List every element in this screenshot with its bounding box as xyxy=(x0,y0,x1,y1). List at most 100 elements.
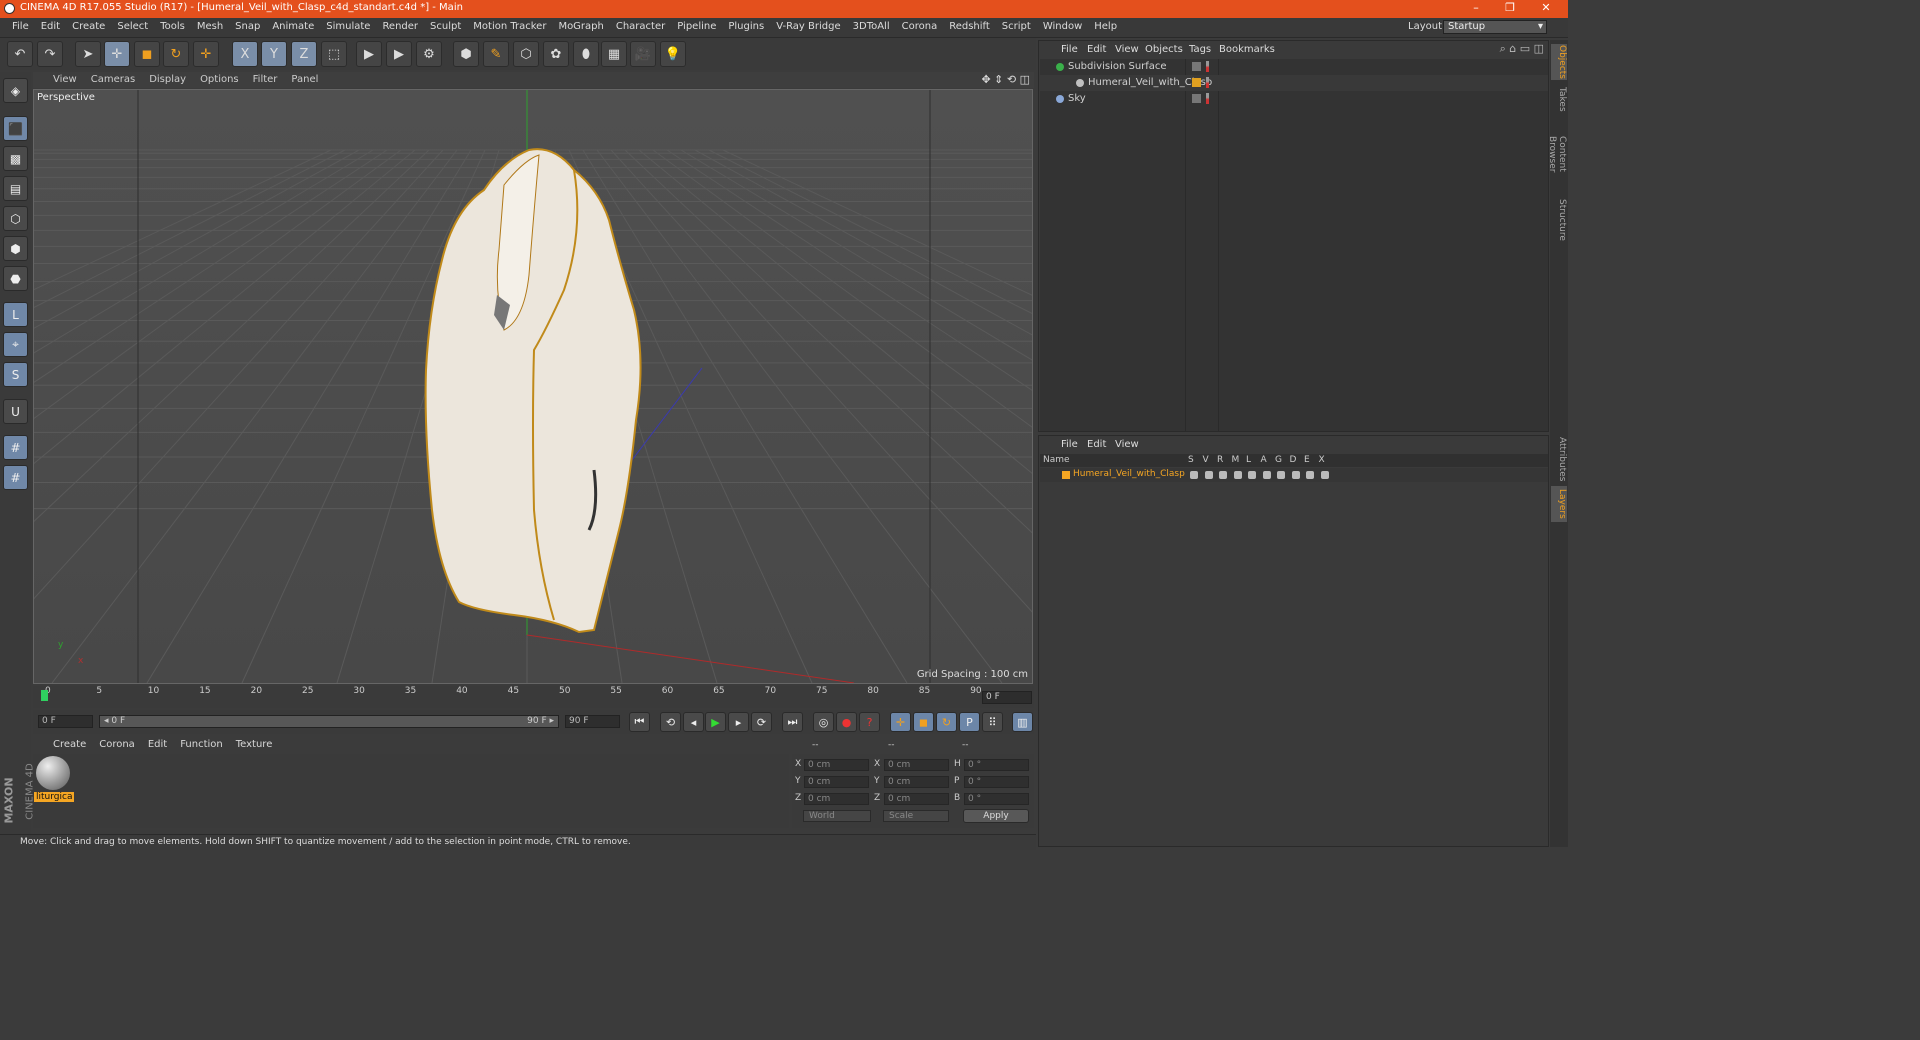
magnet-icon[interactable]: U xyxy=(3,399,28,424)
play-icon[interactable]: ▶ xyxy=(705,712,726,732)
cube-icon[interactable]: ⬢ xyxy=(453,41,479,67)
camera-icon[interactable]: 🎥 xyxy=(630,41,656,67)
menu-snap[interactable]: Snap xyxy=(229,21,266,32)
menu-pipeline[interactable]: Pipeline xyxy=(671,21,722,32)
rotation-field[interactable]: 0 ° xyxy=(964,759,1029,771)
layer-flag-icon[interactable] xyxy=(1233,471,1242,479)
grid-snap-icon[interactable]: # xyxy=(3,465,28,490)
key-parameter-icon[interactable]: P xyxy=(959,712,980,732)
visibility-dots-icon[interactable] xyxy=(1206,93,1209,104)
object-name[interactable]: Subdivision Surface xyxy=(1068,61,1167,72)
layer-flag-icon[interactable] xyxy=(1204,471,1213,479)
size-field[interactable]: 0 cm xyxy=(884,759,949,771)
menu-plugins[interactable]: Plugins xyxy=(722,21,770,32)
select-icon[interactable]: ➤ xyxy=(75,41,101,67)
playhead-marker[interactable] xyxy=(41,690,48,701)
snapping-icon[interactable]: S xyxy=(3,362,28,387)
layer-menu-view[interactable]: View xyxy=(1115,439,1139,450)
layer-name[interactable]: Humeral_Veil_with_Clasp xyxy=(1073,469,1185,479)
position-field[interactable]: 0 cm xyxy=(804,759,869,771)
object-row[interactable]: Humeral_Veil_with_Clasp xyxy=(1040,75,1548,91)
object-menu-view[interactable]: View xyxy=(1115,44,1139,55)
cloner-icon[interactable]: ✿ xyxy=(543,41,569,67)
object-row[interactable]: Sky xyxy=(1040,91,1548,107)
material-menu-corona[interactable]: Corona xyxy=(99,739,135,750)
model-mode-icon[interactable]: ⬛ xyxy=(3,116,28,141)
render-picture-icon[interactable]: ▶ xyxy=(386,41,412,67)
edges-mode-icon[interactable]: ⬢ xyxy=(3,236,28,261)
coord-size-dropdown[interactable]: Scale xyxy=(883,810,949,822)
next-key-icon[interactable]: ⟳ xyxy=(751,712,772,732)
maximize-button[interactable]: ❐ xyxy=(1492,0,1528,18)
move-plus-icon[interactable]: ✛ xyxy=(193,41,219,67)
side-tab-objects[interactable]: Objects xyxy=(1551,44,1567,80)
visibility-dots-icon[interactable] xyxy=(1206,61,1209,72)
frame-range-slider[interactable]: ◂ 0 F 90 F ▸ xyxy=(99,715,559,728)
side-tab-takes[interactable]: Takes xyxy=(1551,84,1567,114)
viewport-menu-panel[interactable]: Panel xyxy=(291,74,318,85)
menu-tools[interactable]: Tools xyxy=(154,21,191,32)
menu-file[interactable]: File xyxy=(6,21,35,32)
axis-icon[interactable]: L xyxy=(3,302,28,327)
pen-icon[interactable]: ✎ xyxy=(483,41,509,67)
scale-icon[interactable]: ◼ xyxy=(134,41,160,67)
layer-flag-icon[interactable] xyxy=(1219,471,1227,479)
end-frame-field[interactable]: 90 F xyxy=(565,715,620,728)
viewport-nav-icons[interactable]: ✥ ⇕ ⟲ ◫ xyxy=(981,73,1030,86)
material-preview-ball[interactable] xyxy=(36,756,70,790)
menu-animate[interactable]: Animate xyxy=(266,21,320,32)
viewport-menu-options[interactable]: Options xyxy=(200,74,239,85)
layer-row[interactable]: Humeral_Veil_with_Clasp xyxy=(1040,468,1548,482)
current-frame-field[interactable]: 0 F xyxy=(982,691,1032,704)
menu-v-ray-bridge[interactable]: V-Ray Bridge xyxy=(770,21,846,32)
menu-create[interactable]: Create xyxy=(66,21,111,32)
key-rotation-icon[interactable]: ↻ xyxy=(936,712,957,732)
side-tab-structure[interactable]: Structure xyxy=(1551,195,1567,245)
apply-button[interactable]: Apply xyxy=(963,809,1029,823)
object-menu-bookmarks[interactable]: Bookmarks xyxy=(1219,44,1275,55)
object-manager-tools-icons[interactable]: ⌕ ⌂ ▭ ◫ xyxy=(1500,42,1544,56)
menu-mograph[interactable]: MoGraph xyxy=(552,21,609,32)
layout-dropdown[interactable]: Startup ▾ xyxy=(1443,20,1547,34)
minimize-button[interactable]: – xyxy=(1458,0,1494,18)
previous-key-icon[interactable]: ⟲ xyxy=(660,712,681,732)
key-position-icon[interactable]: ✛ xyxy=(890,712,911,732)
previous-frame-icon[interactable]: ◂ xyxy=(683,712,704,732)
viewport-menu-filter[interactable]: Filter xyxy=(253,74,278,85)
next-frame-icon[interactable]: ▸ xyxy=(728,712,749,732)
side-tab-content-browser[interactable]: Content Browser xyxy=(1547,118,1567,190)
perspective-viewport[interactable]: Perspective Grid Spacing : 100 cm y x xyxy=(33,89,1033,684)
position-field[interactable]: 0 cm xyxy=(804,776,869,788)
rotation-field[interactable]: 0 ° xyxy=(964,776,1029,788)
move-icon[interactable]: ✛ xyxy=(104,41,130,67)
keyframe-selection-icon[interactable]: ? xyxy=(859,712,880,732)
material-name[interactable]: liturgica xyxy=(34,792,75,802)
layer-flag-icon[interactable] xyxy=(1262,471,1271,479)
y-axis-icon[interactable]: Y xyxy=(261,41,287,67)
menu-select[interactable]: Select xyxy=(111,21,154,32)
menu-character[interactable]: Character xyxy=(610,21,671,32)
rotation-field[interactable]: 0 ° xyxy=(964,793,1029,805)
x-axis-icon[interactable]: X xyxy=(232,41,258,67)
layer-flag-icon[interactable] xyxy=(1291,471,1300,479)
layer-flag-icon[interactable] xyxy=(1306,471,1314,479)
menu-script[interactable]: Script xyxy=(996,21,1037,32)
workplane-icon[interactable]: ▤ xyxy=(3,176,28,201)
layer-color-swatch[interactable] xyxy=(1062,471,1070,479)
subdivision-icon[interactable]: ⬡ xyxy=(513,41,539,67)
material-menu-texture[interactable]: Texture xyxy=(236,739,273,750)
viewport-menu-display[interactable]: Display xyxy=(149,74,186,85)
make-editable-icon[interactable]: ◈ xyxy=(3,78,28,103)
z-axis-icon[interactable]: Z xyxy=(291,41,317,67)
timeline-ruler[interactable]: 051015202530354045505560657075808590 xyxy=(33,686,1034,708)
viewport-menu-cameras[interactable]: Cameras xyxy=(91,74,135,85)
world-coord-icon[interactable]: ⬚ xyxy=(321,41,347,67)
object-menu-tags[interactable]: Tags xyxy=(1189,44,1211,55)
tweak-icon[interactable]: ⌖ xyxy=(3,332,28,357)
side-tab-attributes[interactable]: Attributes xyxy=(1551,436,1567,482)
record-keys-icon[interactable]: ◎ xyxy=(813,712,834,732)
material-menu-create[interactable]: Create xyxy=(53,739,86,750)
autokey-icon[interactable]: ● xyxy=(836,712,857,732)
menu-3dtoall[interactable]: 3DToAll xyxy=(847,21,896,32)
menu-render[interactable]: Render xyxy=(376,21,424,32)
